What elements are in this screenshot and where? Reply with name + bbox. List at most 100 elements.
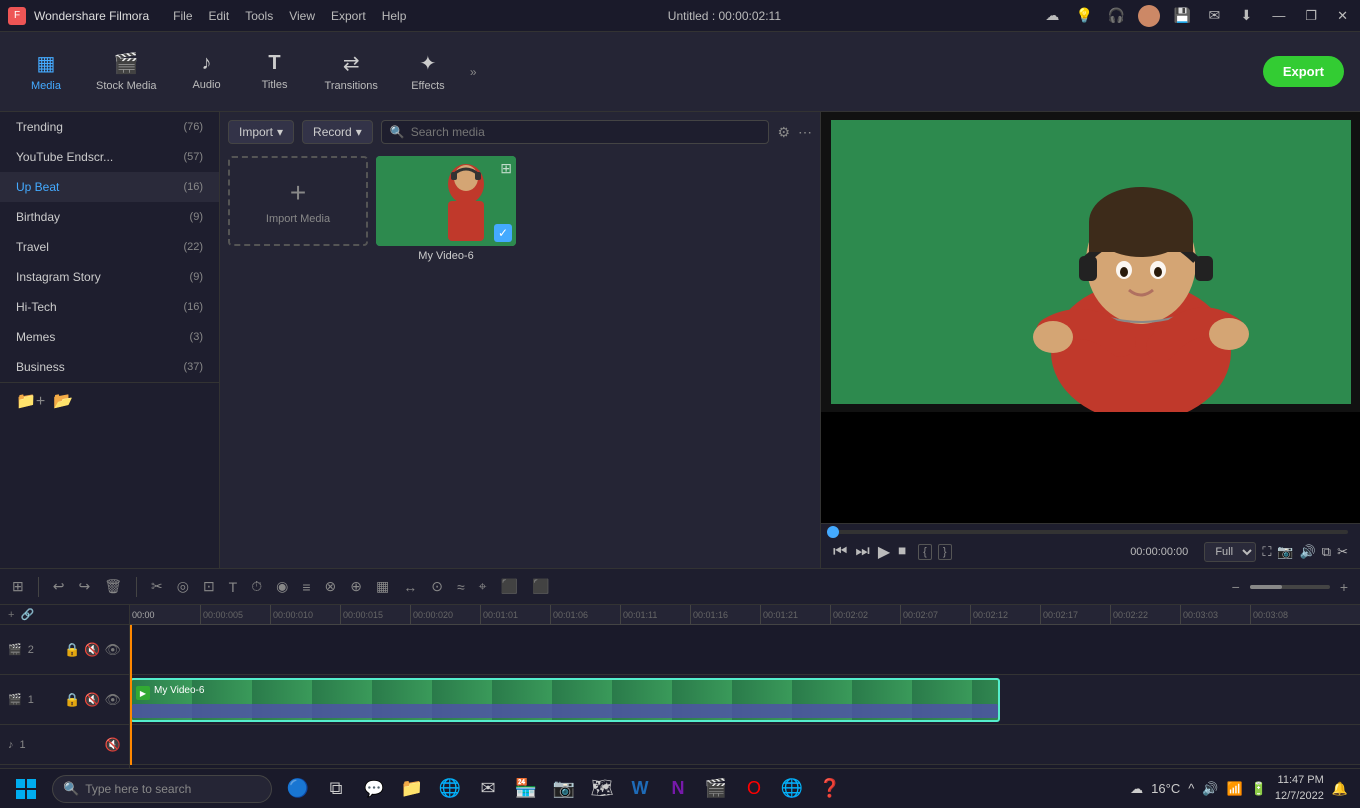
media-search[interactable]: 🔍 (381, 120, 770, 144)
sidebar-item-memes[interactable]: Memes (3) (0, 322, 219, 352)
stop-button[interactable]: ⏹ (898, 543, 906, 561)
toolbar-audio[interactable]: ♪ Audio (177, 46, 237, 97)
sidebar-item-youtube[interactable]: YouTube Endscr... (57) (0, 142, 219, 172)
start-button[interactable] (4, 771, 48, 807)
text-button[interactable]: T (225, 577, 242, 597)
timer-button[interactable]: ⏱ (247, 576, 266, 597)
add-folder-icon[interactable]: 📁+ (16, 391, 45, 411)
menu-tools[interactable]: Tools (245, 9, 273, 23)
sun-icon[interactable]: 💡 (1074, 6, 1094, 26)
menu-view[interactable]: View (289, 9, 315, 23)
audio-stretch-button[interactable]: ≈ (453, 577, 469, 597)
v1-eye-icon[interactable]: 👁 (104, 692, 121, 708)
sidebar-item-travel[interactable]: Travel (22) (0, 232, 219, 262)
headphone-icon[interactable]: 🎧 (1106, 6, 1126, 26)
menu-help[interactable]: Help (382, 9, 407, 23)
quality-selector[interactable]: Full 1/2 1/4 (1204, 542, 1256, 562)
crop-tl-button[interactable]: ◎ (173, 576, 193, 597)
menu-file[interactable]: File (173, 9, 192, 23)
grid-options-icon[interactable]: ⋯ (798, 124, 812, 141)
picture-in-picture-button[interactable]: ⧉ (1322, 544, 1331, 560)
maximize-button[interactable]: ❐ (1301, 8, 1321, 24)
menu-export[interactable]: Export (331, 9, 366, 23)
record-button[interactable]: Record ▾ (302, 120, 373, 144)
save-icon[interactable]: 💾 (1172, 6, 1192, 26)
minimize-button[interactable]: — (1268, 8, 1289, 23)
sidebar-item-instagram[interactable]: Instagram Story (9) (0, 262, 219, 292)
mail-icon[interactable]: ✉ (1204, 6, 1224, 26)
taskbar-store[interactable]: 🏪 (508, 771, 544, 807)
toolbar-effects[interactable]: ✦ Effects (398, 45, 458, 98)
menu-edit[interactable]: Edit (209, 9, 230, 23)
network-icon[interactable]: 📶 (1227, 781, 1243, 797)
taskbar-task-view[interactable]: ⧉ (318, 771, 354, 807)
sidebar-item-upbeat[interactable]: Up Beat (16) (0, 172, 219, 202)
sidebar-item-birthday[interactable]: Birthday (9) (0, 202, 219, 232)
undo-button[interactable]: ↩ (49, 576, 69, 597)
record-tl-button[interactable]: ◉ (272, 576, 292, 597)
toolbar-stock-media[interactable]: 🎬 Stock Media (84, 45, 169, 98)
black1-button[interactable]: ⬛ (497, 576, 522, 597)
taskbar-opera[interactable]: O (736, 771, 772, 807)
video-track-2[interactable] (130, 625, 1360, 675)
stretch-button[interactable]: ↔ (399, 577, 421, 597)
taskbar-search[interactable]: 🔍 Type here to search (52, 775, 272, 803)
delete-button[interactable]: 🗑 (100, 576, 126, 597)
toolbar-titles[interactable]: T Titles (245, 46, 305, 97)
fullscreen-button[interactable]: ⛶ (1262, 544, 1271, 560)
skip-back-button[interactable]: ⏮ (833, 543, 847, 561)
taskbar-maps[interactable]: 🗺 (584, 771, 620, 807)
sidebar-item-trending[interactable]: Trending (76) (0, 112, 219, 142)
mark-in-button[interactable]: { (918, 544, 932, 560)
volume-icon[interactable]: 🔊 (1202, 781, 1218, 797)
v1-mute-icon[interactable]: 🔇 (84, 692, 100, 708)
taskbar-instagram[interactable]: 📷 (546, 771, 582, 807)
taskbar-mail[interactable]: ✉ (470, 771, 506, 807)
download-icon[interactable]: ⬇ (1236, 6, 1256, 26)
layout-toggle-button[interactable]: ⊞ (8, 576, 28, 597)
timeline-tracks-area[interactable]: 00:00 00:00:00500:00:01000:00:01500:00:0… (130, 605, 1360, 768)
sidebar-item-business[interactable]: Business (37) (0, 352, 219, 382)
redo-button[interactable]: ↪ (74, 576, 94, 597)
v2-lock-icon[interactable]: 🔒 (64, 642, 80, 658)
v1-lock-icon[interactable]: 🔒 (64, 692, 80, 708)
speed-button[interactable]: ⊙ (427, 576, 447, 597)
video-clip-myvideo6[interactable]: ▶ My Video-6 (130, 678, 1000, 722)
transform-button[interactable]: ⊡ (199, 576, 219, 597)
toolbar-media[interactable]: ▦ Media (16, 45, 76, 98)
mark-out-button[interactable]: } (938, 544, 952, 560)
taskbar-filmora2[interactable]: 🎬 (698, 771, 734, 807)
toolbar-transitions[interactable]: ⇄ Transitions (313, 45, 390, 98)
black2-button[interactable]: ⬛ (528, 576, 553, 597)
timeline-ruler[interactable]: 00:00 00:00:00500:00:01000:00:01500:00:0… (130, 605, 1360, 625)
volume-button[interactable]: 🔊 (1300, 544, 1316, 560)
sidebar-item-hitech[interactable]: Hi-Tech (16) (0, 292, 219, 322)
cloud-icon[interactable]: ☁ (1042, 6, 1062, 26)
media-item-myvideo6[interactable]: ⊞ ✓ My Video-6 (376, 156, 516, 262)
taskbar-cortana[interactable]: 🔵 (280, 771, 316, 807)
v2-mute-icon[interactable]: 🔇 (84, 642, 100, 658)
taskbar-helper[interactable]: ❓ (812, 771, 848, 807)
keyframe-button[interactable]: ≡ (298, 577, 314, 597)
add-tl-button[interactable]: ⊕ (346, 576, 366, 597)
cut-button[interactable]: ✂ (147, 576, 167, 597)
zoom-out-button[interactable]: − (1228, 577, 1244, 597)
video-track-1[interactable]: ▶ My Video-6 (130, 675, 1360, 725)
align-button[interactable]: ⌖ (475, 576, 491, 597)
play-button[interactable]: ▶ (878, 542, 890, 562)
import-media-button[interactable]: + Import Media (228, 156, 368, 246)
a1-mute-icon[interactable]: 🔇 (105, 737, 121, 753)
taskbar-word[interactable]: W (622, 771, 658, 807)
user-avatar[interactable] (1138, 5, 1160, 27)
effects-tl-button[interactable]: ⊗ (321, 576, 341, 597)
zoom-slider[interactable] (1250, 585, 1330, 589)
preview-seekbar[interactable] (833, 530, 1348, 534)
v2-eye-icon[interactable]: 👁 (104, 642, 121, 658)
filter-icon[interactable]: ⚙ (777, 124, 790, 141)
grid-tl-button[interactable]: ▦ (372, 576, 393, 597)
taskbar-chat[interactable]: 💬 (356, 771, 392, 807)
taskbar-clock[interactable]: 11:47 PM 12/7/2022 (1275, 773, 1324, 804)
audio-track-1[interactable] (130, 725, 1360, 765)
close-button[interactable]: ✕ (1333, 8, 1352, 24)
taskbar-edge[interactable]: 🌐 (432, 771, 468, 807)
